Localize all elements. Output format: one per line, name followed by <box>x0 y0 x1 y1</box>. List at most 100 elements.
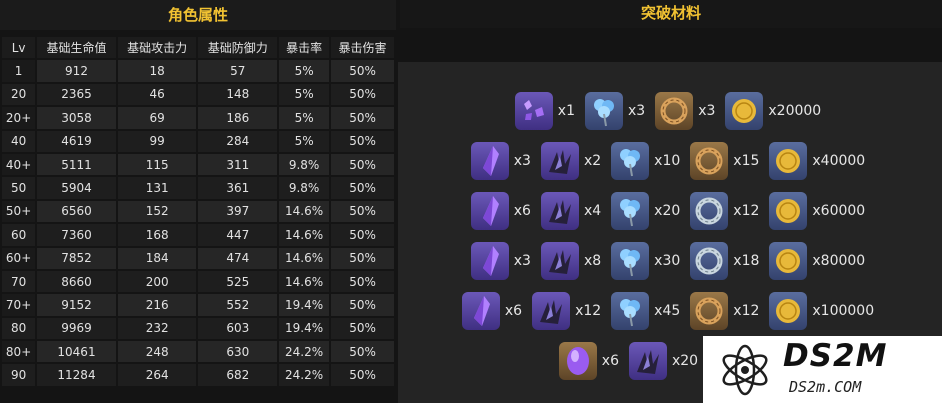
silver-ring-icon <box>690 192 729 230</box>
stat-cell: 19.4% <box>279 317 330 340</box>
stat-cell: 50% <box>331 364 394 386</box>
stat-cell: 397 <box>198 200 278 223</box>
material-count: x3 <box>627 103 646 119</box>
material-item[interactable]: x10 <box>611 142 680 180</box>
stat-cell: 5904 <box>37 177 116 199</box>
material-item[interactable]: x60000 <box>769 192 865 230</box>
stat-cell: 14.6% <box>279 224 330 246</box>
stats-row: 90 11284 264 682 24.2% 50% <box>2 364 394 386</box>
stat-cell: 232 <box>117 317 197 340</box>
stat-cell: 10461 <box>37 341 116 363</box>
material-item[interactable]: x8 <box>540 242 601 280</box>
watermark: DS2M DS2m.COM <box>703 336 942 403</box>
material-item[interactable]: x18 <box>690 242 759 280</box>
stat-cell: 50% <box>331 294 394 316</box>
material-item[interactable]: x4 <box>540 192 602 230</box>
stat-cell: 552 <box>198 294 278 316</box>
stats-header-cell: 暴击率 <box>279 37 330 59</box>
level-cell: 20 <box>2 83 36 106</box>
stat-cell: 5111 <box>37 153 116 176</box>
material-item[interactable]: x15 <box>690 142 759 180</box>
level-cell: 70+ <box>2 294 36 316</box>
material-item[interactable]: x12 <box>690 192 759 230</box>
stat-cell: 11284 <box>37 364 116 386</box>
stat-cell: 3058 <box>37 107 116 129</box>
stat-cell: 630 <box>198 341 278 363</box>
material-item[interactable]: x45 <box>611 292 680 330</box>
stat-cell: 24.2% <box>279 341 330 363</box>
material-item[interactable]: x20000 <box>725 92 821 130</box>
material-count: x60000 <box>812 203 866 219</box>
material-item[interactable]: x12 <box>690 292 759 330</box>
stat-cell: 168 <box>117 224 197 246</box>
material-count: x100000 <box>812 303 875 319</box>
stat-cell: 50% <box>331 224 394 246</box>
stat-cell: 99 <box>117 130 197 152</box>
stats-row: 60 7360 168 447 14.6% 50% <box>2 224 394 246</box>
material-item[interactable]: x20 <box>628 342 698 380</box>
level-cell: 20+ <box>2 107 36 129</box>
stat-cell: 50% <box>331 130 394 152</box>
stat-cell: 50% <box>331 317 394 340</box>
gold-coin-icon <box>769 142 808 180</box>
stat-cell: 5% <box>279 83 330 106</box>
stat-cell: 148 <box>198 83 278 106</box>
material-item[interactable]: x100000 <box>769 292 874 330</box>
material-item[interactable]: x1 <box>514 92 575 130</box>
level-cell: 70 <box>2 270 36 293</box>
stat-cell: 69 <box>117 107 197 129</box>
purple-claw-icon <box>532 292 571 330</box>
stats-header-cell: 暴击伤害 <box>331 37 394 59</box>
level-cell: 60+ <box>2 247 36 269</box>
atom-logo-icon <box>722 344 768 396</box>
gold-coin-icon <box>769 242 808 280</box>
stats-row: 60+ 7852 184 474 14.6% 50% <box>2 247 394 269</box>
material-item[interactable]: x40000 <box>769 142 865 180</box>
stats-header-cell: 基础生命值 <box>37 37 116 59</box>
stat-cell: 50% <box>331 247 394 269</box>
stat-cell: 9152 <box>37 294 116 316</box>
stat-cell: 131 <box>117 177 197 199</box>
material-row: x6 x12 x45 x12 x100000 <box>398 286 942 336</box>
material-item[interactable]: x12 <box>532 292 601 330</box>
stat-cell: 447 <box>198 224 278 246</box>
material-count: x3 <box>513 253 531 269</box>
material-count: x80000 <box>812 253 866 269</box>
bronze-ring-icon <box>655 92 694 130</box>
stats-title: 角色属性 <box>0 0 396 30</box>
level-cell: 60 <box>2 224 36 246</box>
stat-cell: 361 <box>198 177 278 199</box>
stats-header-cell: Lv <box>2 37 36 59</box>
material-item[interactable]: x3 <box>470 142 531 180</box>
level-cell: 80 <box>2 317 36 340</box>
material-count: x30 <box>654 253 681 269</box>
page-root: { "stats": { "title": "角色属性", "headers":… <box>0 0 942 403</box>
level-cell: 50 <box>2 177 36 199</box>
material-item[interactable]: x3 <box>584 92 646 130</box>
material-item[interactable]: x3 <box>655 92 715 130</box>
material-item[interactable]: x6 <box>470 192 531 230</box>
material-item[interactable]: x80000 <box>769 242 865 280</box>
silver-ring-icon <box>690 242 729 280</box>
material-item[interactable]: x6 <box>558 342 619 380</box>
material-count: x45 <box>654 303 681 319</box>
stat-cell: 5% <box>279 130 330 152</box>
stat-cell: 9.8% <box>279 177 330 199</box>
material-count: x4 <box>583 203 602 219</box>
material-item[interactable]: x2 <box>540 142 601 180</box>
stat-cell: 912 <box>37 60 116 82</box>
purple-claw-icon <box>628 342 667 380</box>
stat-cell: 186 <box>198 107 278 129</box>
level-cell: 40 <box>2 130 36 152</box>
material-item[interactable]: x20 <box>611 192 680 230</box>
stat-cell: 115 <box>117 153 197 176</box>
material-row: x3 x2 x10 x15 x40000 <box>398 136 942 186</box>
stats-row: 80 9969 232 603 19.4% 50% <box>2 317 394 340</box>
material-count: x20 <box>654 203 681 219</box>
material-count: x15 <box>733 153 760 169</box>
material-item[interactable]: x6 <box>461 292 522 330</box>
material-item[interactable]: x3 <box>470 242 531 280</box>
material-count: x3 <box>513 153 531 169</box>
stat-cell: 57 <box>198 60 278 82</box>
material-item[interactable]: x30 <box>611 242 680 280</box>
